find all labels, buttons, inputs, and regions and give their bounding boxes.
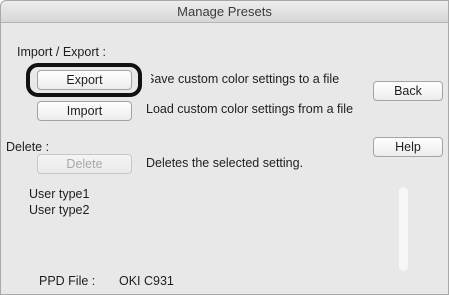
preset-list-item[interactable]: User type1: [29, 186, 89, 202]
import-button[interactable]: Import: [37, 101, 132, 121]
preset-list-item[interactable]: User type2: [29, 202, 89, 218]
ppd-file-value: OKI C931: [119, 274, 174, 288]
import-export-heading: Import / Export :: [17, 45, 106, 59]
preset-list-scrollbar[interactable]: [399, 187, 408, 271]
export-highlight-ring: [26, 63, 142, 97]
title-bar: Manage Presets: [1, 1, 448, 23]
window-title: Manage Presets: [177, 4, 272, 19]
help-button[interactable]: Help: [373, 137, 443, 157]
import-description: Load custom color settings from a file: [146, 102, 354, 116]
delete-heading: Delete :: [6, 140, 50, 154]
export-description: Save custom color settings to a file: [146, 72, 340, 86]
manage-presets-dialog: Manage Presets Import / Export : Export …: [0, 0, 449, 295]
back-button[interactable]: Back: [373, 81, 443, 101]
preset-list: User type1 User type2: [29, 186, 89, 218]
delete-description: Deletes the selected setting.: [146, 156, 304, 170]
delete-button[interactable]: Delete: [37, 154, 132, 174]
ppd-file-label: PPD File :: [39, 274, 96, 288]
